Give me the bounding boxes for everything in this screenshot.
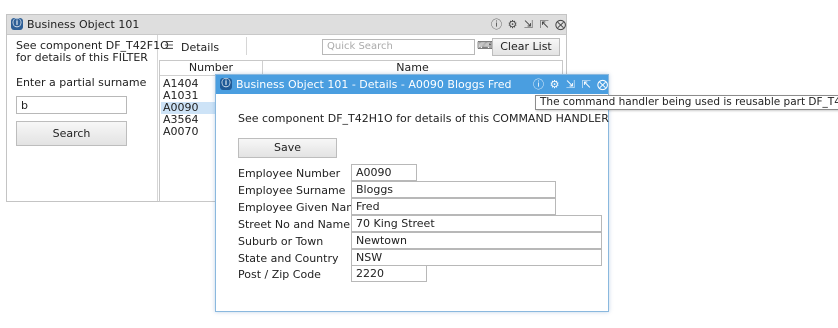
main-window-titlebar[interactable]: ⓘ Business Object 101 ⓘ ⚙ ⇲ ⇱ ⨂ [7, 15, 566, 35]
handler-hint: See component DF_T42H1O for details of t… [238, 112, 609, 125]
close-icon[interactable]: ⨂ [554, 18, 567, 31]
filter-pane: See component DF_T42F1O for details of t… [7, 35, 169, 201]
settings-icon[interactable]: ⚙ [548, 78, 561, 91]
post-code-label: Post / Zip Code [238, 268, 321, 281]
main-window-title: Business Object 101 [27, 18, 140, 31]
detail-window-title: Business Object 101 - Details - A0090 Bl… [236, 78, 512, 91]
maximize-icon[interactable]: ⇱ [538, 18, 551, 31]
suburb-field[interactable]: Newtown [351, 232, 602, 249]
list-item[interactable]: A0070 [161, 126, 215, 138]
search-button[interactable]: Search [16, 121, 127, 146]
employee-surname-label: Employee Surname [238, 184, 346, 197]
help-icon[interactable]: ⓘ [532, 78, 545, 91]
keyboard-icon[interactable]: ⌨ [477, 40, 493, 52]
settings-icon[interactable]: ⚙ [506, 18, 519, 31]
clear-list-button[interactable]: Clear List [492, 38, 560, 56]
minimize-icon[interactable]: ⇲ [564, 78, 577, 91]
employee-given-names-field[interactable]: Fred [351, 198, 556, 215]
details-icon[interactable]: ☰ [164, 40, 176, 52]
employee-number-label: Employee Number [238, 167, 341, 180]
help-icon[interactable]: ⓘ [490, 18, 503, 31]
surname-input[interactable]: b [16, 96, 127, 114]
state-country-label: State and Country [238, 252, 339, 265]
tooltip: The command handler being used is reusab… [535, 95, 838, 110]
surname-label: Enter a partial surname [16, 76, 147, 89]
employee-number-field[interactable]: A0090 [351, 164, 417, 181]
quick-search-input[interactable]: Quick Search [322, 39, 475, 55]
minimize-icon[interactable]: ⇲ [522, 18, 535, 31]
filter-hint-line-2: for details of this FILTER [16, 51, 148, 64]
save-button[interactable]: Save [238, 138, 337, 158]
state-country-field[interactable]: NSW [351, 249, 602, 266]
app-icon: ⓘ [11, 18, 23, 30]
maximize-icon[interactable]: ⇱ [580, 78, 593, 91]
street-label: Street No and Name [238, 218, 351, 231]
toolbar-divider [246, 37, 247, 55]
detail-window-titlebar[interactable]: ⓘ Business Object 101 - Details - A0090 … [216, 75, 608, 94]
close-icon[interactable]: ⨂ [596, 78, 609, 91]
post-code-field[interactable]: 2220 [351, 265, 427, 282]
street-field[interactable]: 70 King Street [351, 215, 602, 232]
employee-surname-field[interactable]: Bloggs [351, 181, 556, 198]
suburb-label: Suburb or Town [238, 235, 324, 248]
details-button[interactable]: Details [181, 41, 219, 54]
app-icon: ⓘ [220, 78, 232, 90]
